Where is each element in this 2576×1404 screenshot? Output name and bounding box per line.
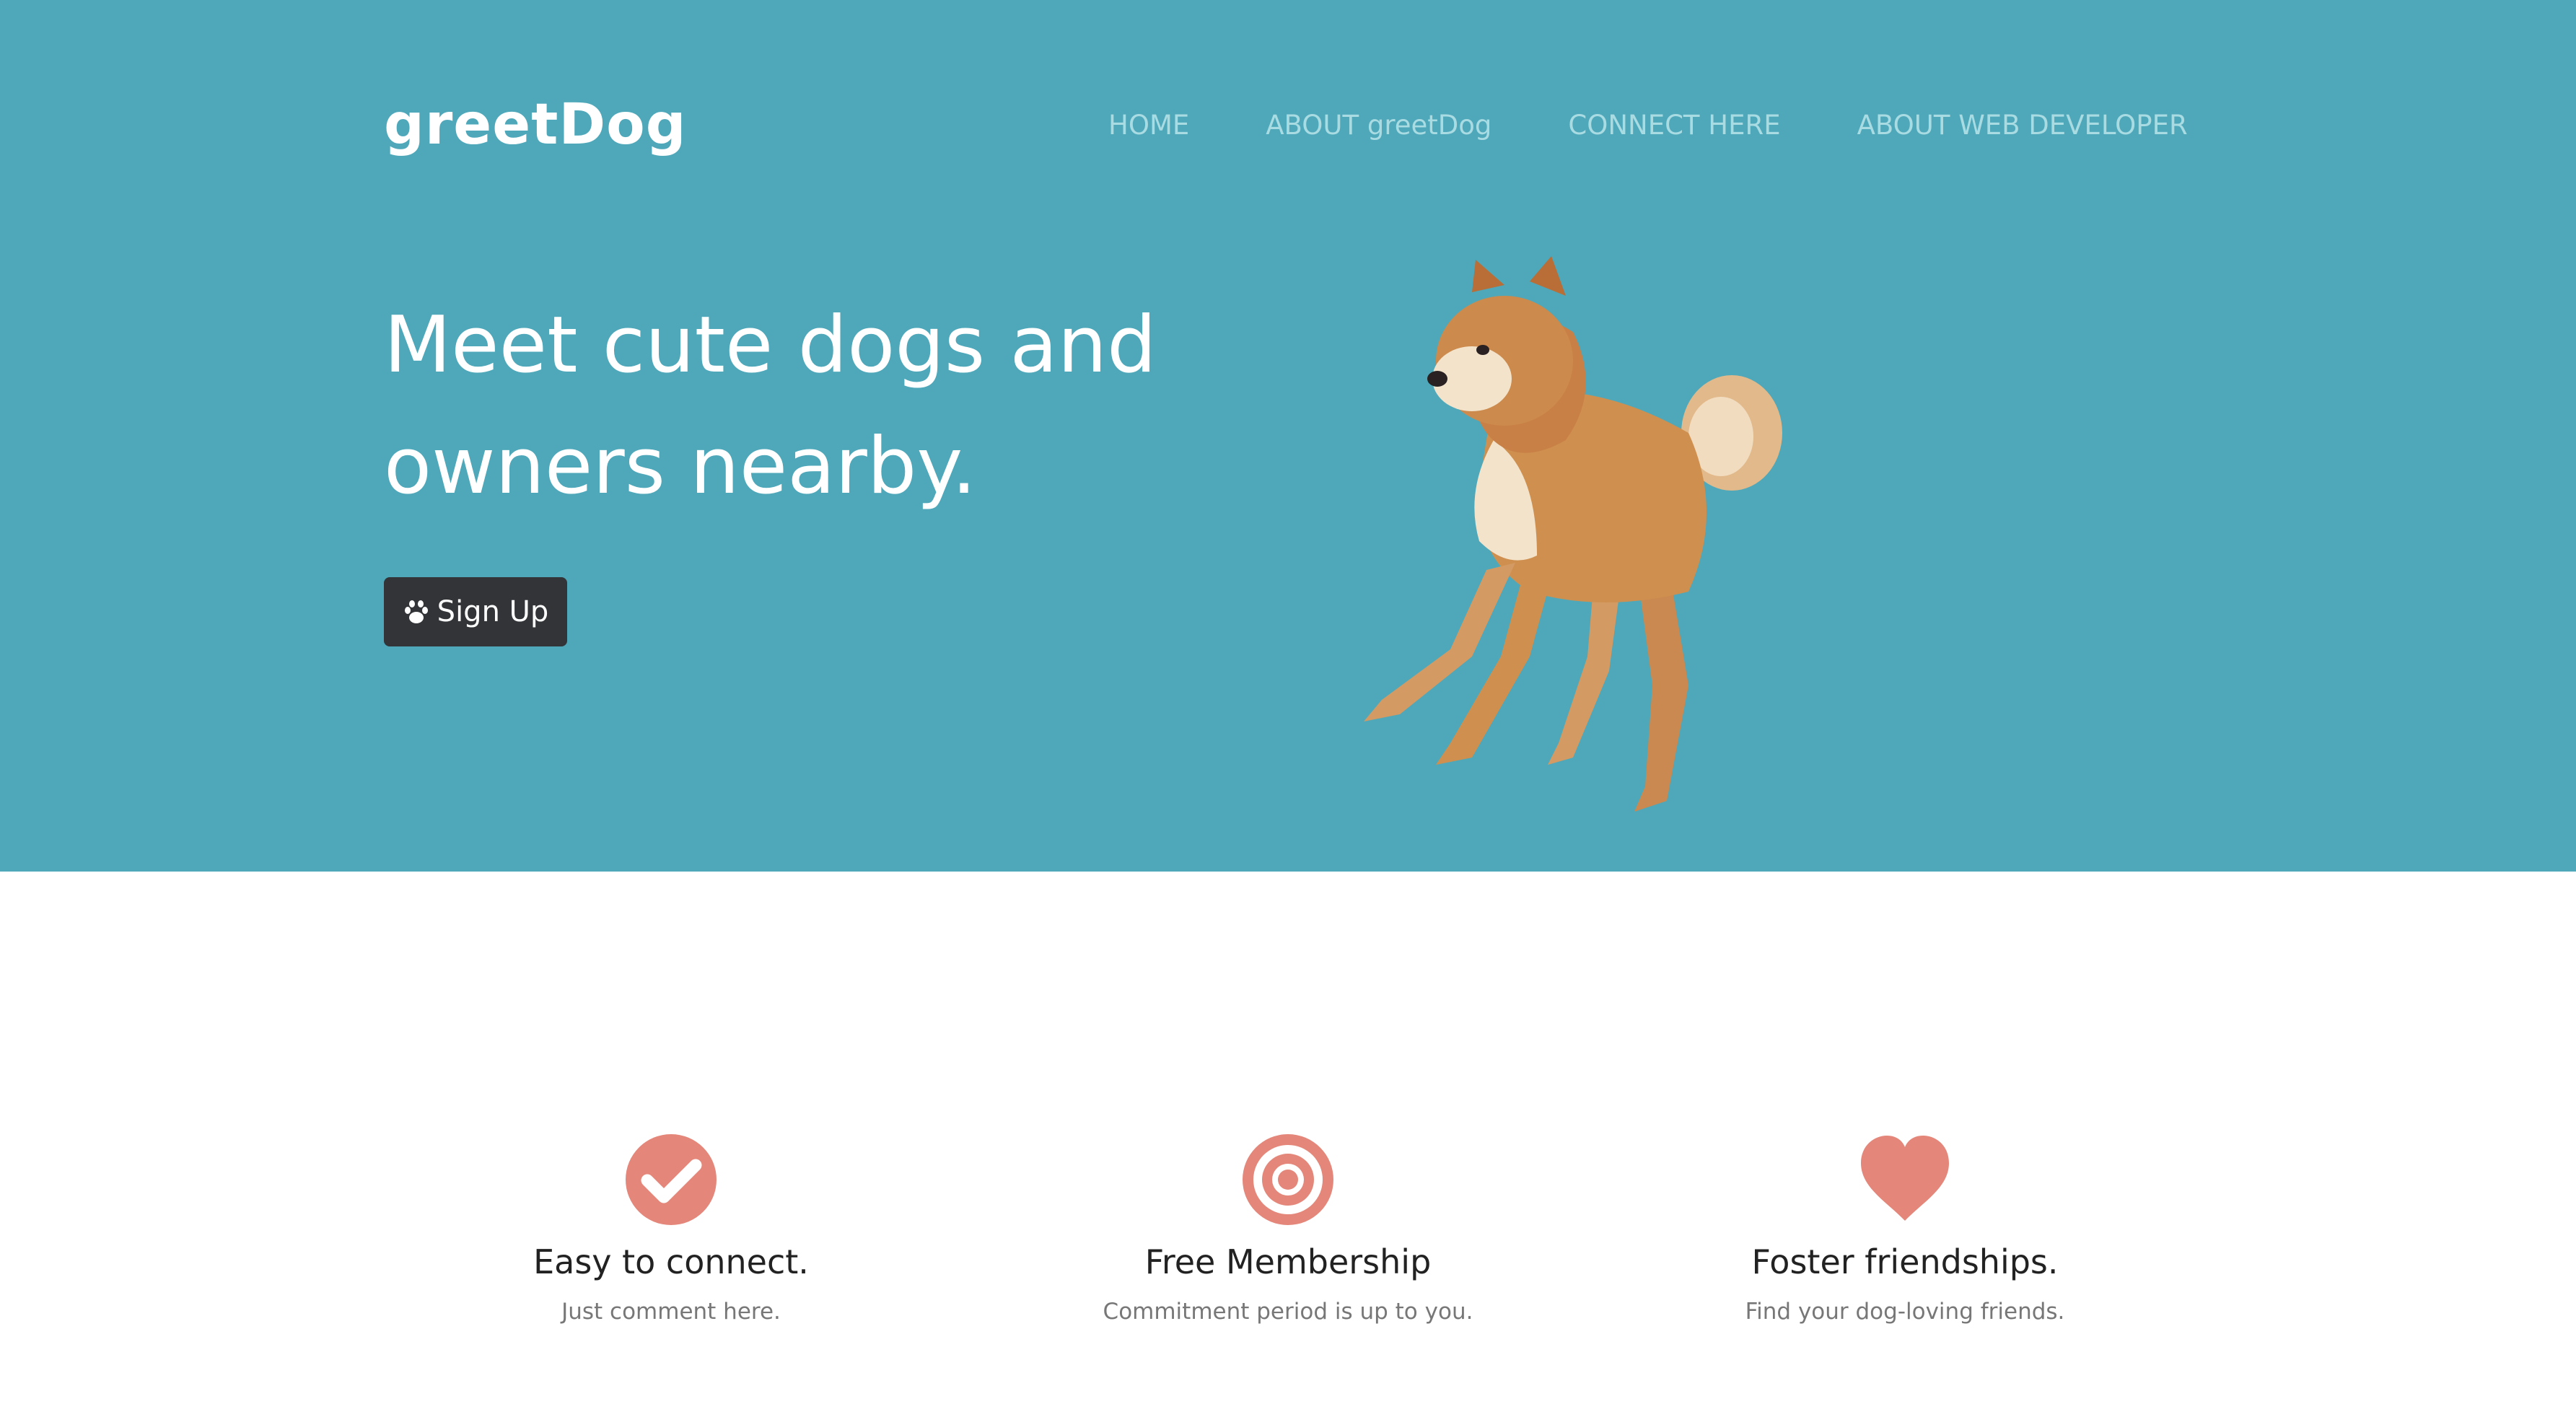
nav-about-greetdog[interactable]: ABOUT greetDog xyxy=(1266,110,1491,141)
feature-title: Easy to connect. xyxy=(533,1242,809,1281)
feature-foster-friendships: Foster friendships. Find your dog-loving… xyxy=(1631,1133,2179,1325)
headline-line-1: Meet cute dogs and xyxy=(384,300,1157,390)
feature-title: Foster friendships. xyxy=(1751,1242,2059,1281)
hero-headline: Meet cute dogs and owners nearby. xyxy=(384,285,1279,527)
target-icon xyxy=(1243,1134,1333,1225)
nav-home[interactable]: HOME xyxy=(1108,110,1189,141)
nav-about-web-developer[interactable]: ABOUT WEB DEVELOPER xyxy=(1857,110,2188,141)
feature-subtitle: Commitment period is up to you. xyxy=(1103,1299,1473,1325)
brand-logo[interactable]: greetDog xyxy=(384,92,687,157)
heart-icon xyxy=(1861,1136,1949,1221)
hero-section: greetDog HOME ABOUT greetDog CONNECT HER… xyxy=(0,0,2576,872)
signup-button[interactable]: Sign Up xyxy=(384,577,567,646)
feature-easy-connect: Easy to connect. Just comment here. xyxy=(397,1133,945,1325)
main-nav: HOME ABOUT greetDog CONNECT HERE ABOUT W… xyxy=(1108,110,2188,141)
headline-line-2: owners nearby. xyxy=(384,421,977,512)
shiba-dog-image xyxy=(1364,256,1782,812)
feature-free-membership: Free Membership Commitment period is up … xyxy=(1014,1133,1562,1325)
nav-connect-here[interactable]: CONNECT HERE xyxy=(1568,110,1780,141)
check-circle-icon xyxy=(626,1134,717,1225)
feature-title: Free Membership xyxy=(1144,1242,1432,1281)
paw-icon xyxy=(404,600,428,623)
signup-label: Sign Up xyxy=(437,595,549,628)
feature-subtitle: Just comment here. xyxy=(561,1299,781,1325)
feature-subtitle: Find your dog-loving friends. xyxy=(1745,1299,2065,1325)
